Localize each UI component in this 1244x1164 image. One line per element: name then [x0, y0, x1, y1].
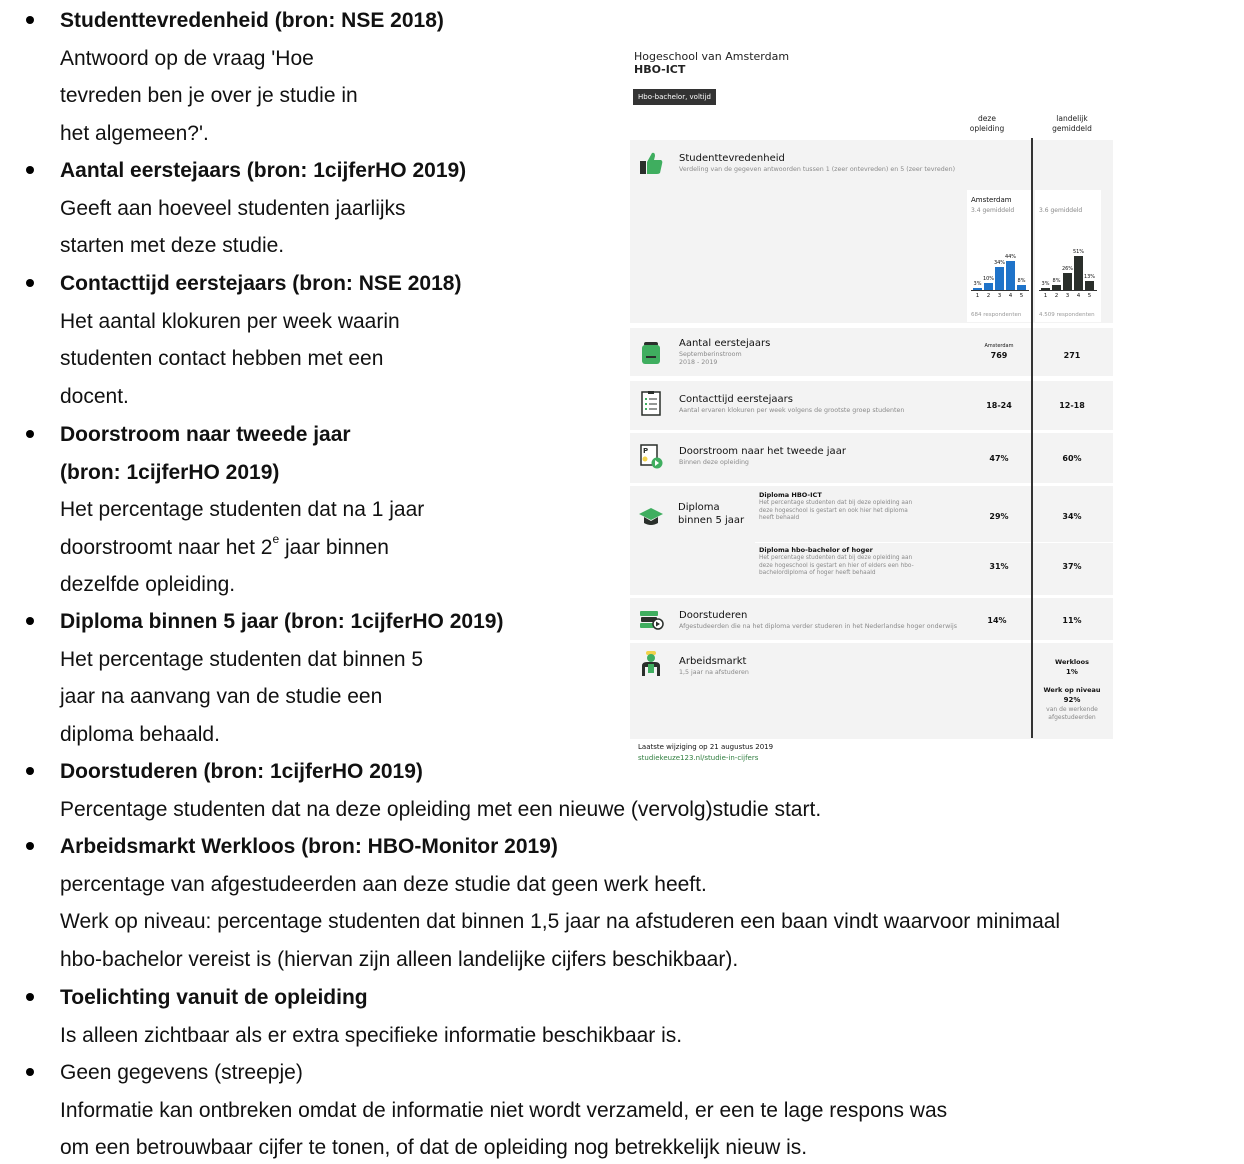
bullet-dot: [26, 430, 34, 438]
program-name: HBO-ICT: [634, 63, 686, 76]
national-tick-4: 4: [1076, 293, 1081, 299]
section-labour-market: Arbeidsmarkt 1,5 jaar na afstuderen Werk…: [630, 643, 1113, 739]
national-bar-label-3: 26%: [1061, 266, 1074, 272]
chart-national: 3.6 gemiddeld 3% 1 8% 2 26% 3 51% 4 13% 5 4.509 r…: [1035, 190, 1101, 322]
section-diploma: Diploma binnen 5 jaar Diploma HBO-ICT He…: [630, 486, 1113, 595]
local-bar-3: [995, 267, 1004, 290]
national-bar-label-4: 51%: [1072, 249, 1085, 255]
national-bar-4: [1074, 256, 1083, 290]
school-name: Hogeschool van Amsterdam: [634, 50, 790, 63]
superscript-line: doorstroomt naar het 2e jaar binnen: [60, 531, 389, 559]
graduation-cap-icon: [639, 508, 663, 525]
section-contact-time: Contacttijd eerstejaars Aantal ervaren k…: [630, 381, 1113, 430]
local-tick-5: 5: [1019, 293, 1024, 299]
national-tick-1: 1: [1043, 293, 1048, 299]
local-baseline: [971, 290, 1029, 291]
national-tick-3: 3: [1065, 293, 1070, 299]
chart-local: Amsterdam 3.4 gemiddeld 3% 1 10% 2 34% 3 44% 4 8…: [967, 190, 1033, 322]
local-tick-2: 2: [986, 293, 991, 299]
document-arrow-icon: P: [640, 444, 663, 469]
list-item-diploma: Diploma binnen 5 jaar (bron: 1cijferHO 2…: [60, 610, 504, 746]
diploma-a-description: Het percentage studenten dat bij deze op…: [759, 500, 913, 521]
bullet-dot: [26, 993, 34, 1001]
bullet-dot: [26, 279, 34, 287]
national-bar-3: [1063, 273, 1072, 290]
section-flow: P Doorstroom naar het tweede jaar Binnen…: [630, 433, 1113, 483]
program-type-badge: Hbo-bachelor, voltijd: [633, 89, 716, 105]
local-bar-label-5: 8%: [1017, 278, 1026, 284]
national-tick-5: 5: [1087, 293, 1092, 299]
bullet-dot: [26, 16, 34, 24]
list-item-no-data: Geen gegevens (streepje) Informatie kan …: [60, 1061, 948, 1159]
source-link[interactable]: studiekeuze123.nl/studie-in-cijfers: [638, 754, 758, 762]
local-bar-label-2: 10%: [982, 276, 995, 282]
national-bar-label-2: 8%: [1052, 278, 1061, 284]
list-item-labour-market: Arbeidsmarkt Werkloos (bron: HBO-Monitor…: [60, 835, 1061, 971]
books-icon: [640, 611, 664, 630]
section-first-year: Aantal eerstejaars Septemberinstroom 201…: [630, 328, 1113, 376]
bullet-dot: [26, 166, 34, 174]
last-updated: Laatste wijziging op 21 augustus 2019: [638, 743, 774, 751]
list-item-first-year: Aantal eerstejaars (bron: 1cijferHO 2019…: [60, 159, 467, 257]
bullet-dot: [26, 842, 34, 850]
worker-icon: [642, 651, 660, 676]
local-bar-4: [1006, 261, 1015, 290]
bullet-dot: [26, 617, 34, 625]
column-header-local: deze opleiding: [969, 114, 1005, 133]
national-bar-5: [1085, 281, 1094, 290]
national-tick-2: 2: [1054, 293, 1059, 299]
column-header-national: landelijk gemiddeld: [1052, 114, 1092, 133]
local-tick-4: 4: [1008, 293, 1013, 299]
bullet-dot: [26, 767, 34, 775]
national-bar-label-5: 13%: [1083, 274, 1096, 280]
list-item-flow: Doorstroom naar tweede jaar (bron: 1cijf…: [60, 423, 425, 596]
list-item-satisfaction: Studenttevredenheid (bron: NSE 2018) Ant…: [60, 9, 444, 145]
local-bar-label-3: 34%: [993, 260, 1006, 266]
section-satisfaction: Studenttevredenheid Verdeling van de geg…: [630, 140, 1113, 323]
list-item-contact-time: Contacttijd eerstejaars (bron: NSE 2018)…: [60, 272, 462, 408]
bullet-dot: [26, 1068, 34, 1076]
national-baseline: [1039, 290, 1097, 291]
diploma-b-description: Het percentage studenten dat bij deze op…: [759, 555, 914, 576]
column-divider: [1031, 138, 1033, 738]
local-bar-2: [984, 283, 993, 290]
backpack-icon: [642, 342, 660, 364]
divider: [755, 542, 1113, 543]
local-tick-3: 3: [997, 293, 1002, 299]
section-further-study: Doorstuderen Afgestudeerden die na het d…: [630, 598, 1113, 640]
local-bar-label-4: 44%: [1004, 254, 1017, 260]
local-tick-1: 1: [975, 293, 980, 299]
list-item-explanation: Toelichting vanuit de opleiding Is allee…: [60, 986, 683, 1047]
clipboard-icon: [641, 391, 661, 416]
thumbs-up-icon: [640, 152, 663, 174]
svg-text:P: P: [643, 447, 648, 455]
infographic-card: Hogeschool van Amsterdam HBO-ICT Hbo-bac…: [630, 40, 1135, 768]
